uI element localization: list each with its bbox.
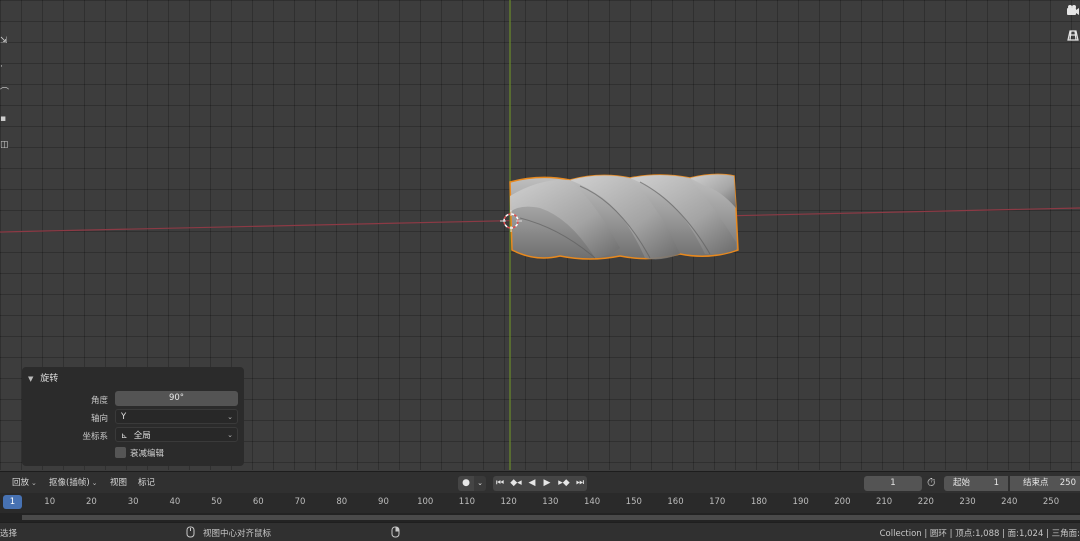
ruler-tick-label: 150	[625, 497, 642, 507]
ruler-tick-label: 10	[44, 497, 56, 507]
axis-select[interactable]: Y ⌄	[115, 409, 238, 424]
chevron-down-icon: ⌄	[31, 479, 37, 487]
proportional-edit-label: 衰减编辑	[130, 449, 165, 459]
ruler-tick-label: 220	[917, 497, 934, 507]
ruler-tick-label: 120	[500, 497, 517, 507]
stopwatch-icon[interactable]: ⏱	[927, 475, 936, 490]
toolbar-tool-icon[interactable]: ⌒	[0, 80, 10, 106]
ruler-tick-label: 170	[709, 497, 726, 507]
jump-start-button[interactable]: ⏮	[493, 476, 507, 491]
record-options-icon[interactable]: ⌄	[474, 476, 486, 491]
current-frame-field[interactable]: 1	[864, 476, 922, 491]
ruler-tick-label: 210	[875, 497, 893, 507]
ruler-tick-label: 200	[834, 497, 851, 507]
orient-select[interactable]: ⊾ 全局 ⌄	[115, 427, 238, 442]
ruler-tick-label: 110	[458, 497, 476, 507]
toolbar-tool-icon[interactable]: ◫	[0, 132, 10, 158]
timeline-track[interactable]	[0, 513, 1080, 522]
ruler-tick-label: 80	[336, 497, 348, 507]
status-mid-text: 视图中心对齐鼠标	[203, 529, 272, 539]
ruler-tick-label: 250	[1042, 497, 1060, 507]
rope-mesh-object[interactable]	[500, 168, 750, 268]
3d-viewport[interactable]: ⇲ · ⌒ ▪ ◫ ▼ 旋转 角度 90° 轴向 Y ⌄ 坐标系 ⊾ 全局 ⌄ …	[0, 0, 1080, 470]
ruler-tick-label: 50	[211, 497, 223, 507]
start-value: 1	[993, 478, 999, 488]
ruler-tick-label: 100	[417, 497, 434, 507]
chevron-down-icon: ⌄	[91, 479, 98, 487]
end-value: 250	[1059, 478, 1076, 488]
timeline-range-bar	[22, 515, 1080, 520]
ruler-tick-label: 20	[86, 497, 97, 507]
proportional-edit-row: 衰减编辑	[22, 445, 244, 461]
menu-view[interactable]: 视图	[110, 476, 127, 491]
angle-label: 角度	[90, 396, 108, 406]
left-toolbar: ⇲ · ⌒ ▪ ◫	[0, 28, 10, 158]
proportional-edit-checkbox[interactable]	[115, 447, 126, 458]
chevron-down-icon: ⌄	[227, 431, 233, 439]
end-frame-field[interactable]: 结束点 250	[1010, 476, 1080, 491]
angle-field[interactable]: 90°	[115, 391, 238, 406]
start-frame-field[interactable]: 起始 1	[944, 476, 1008, 491]
3d-cursor-icon[interactable]	[500, 210, 522, 232]
axis-row: 轴向 Y ⌄	[22, 409, 244, 426]
orient-label: 坐标系	[82, 432, 108, 442]
prev-keyframe-button[interactable]: ◆◂	[507, 476, 525, 491]
record-button[interactable]: ●	[458, 476, 474, 491]
ruler-tick-label: 160	[667, 497, 684, 507]
angle-row: 角度 90°	[22, 391, 244, 408]
ruler-tick-label: 40	[169, 497, 181, 507]
redo-operator-panel[interactable]: ▼ 旋转 角度 90° 轴向 Y ⌄ 坐标系 ⊾ 全局 ⌄ 衰减编辑	[22, 367, 244, 466]
ruler-tick-label: 130	[542, 497, 559, 507]
timeline-header: 回放 ⌄ 抠像(插帧) ⌄ 视图 标记 ● ⌄ ⏮ ◆◂ ◀ ▶ ▸◆ ⏭ 1 ⏱ …	[0, 471, 1080, 493]
axis-value: Y	[121, 412, 127, 422]
play-reverse-button[interactable]: ◀	[525, 476, 539, 491]
axis-label: 轴向	[90, 414, 108, 424]
ruler-tick-label: 90	[378, 497, 389, 507]
ruler-tick-label: 240	[1001, 497, 1018, 507]
menu-playback[interactable]: 回放 ⌄	[12, 476, 37, 491]
ruler-tick-label: 30	[127, 497, 139, 507]
play-button[interactable]: ▶	[539, 476, 555, 491]
mouse-icon	[391, 526, 400, 541]
toolbar-tool-icon[interactable]: ▪	[0, 106, 10, 132]
timeline-ruler[interactable]: 1 10 20 30 40 50 60 70 80 90 100 110 120 130 140 150 16…	[0, 493, 1080, 513]
chevron-down-icon: ⌄	[227, 413, 233, 421]
jump-end-button[interactable]: ⏭	[573, 476, 587, 491]
status-bar: 选择 视图中心对齐鼠标 Collection | 圆环 | 顶点:1,088 |…	[0, 522, 1080, 541]
ruler-tick-label: 180	[750, 497, 768, 507]
ruler-tick-label: 70	[294, 497, 306, 507]
orient-row: 坐标系 ⊾ 全局 ⌄	[22, 427, 244, 444]
menu-keying[interactable]: 抠像(插帧) ⌄	[49, 476, 98, 491]
toolbar-tool-icon[interactable]: ⇲	[0, 28, 10, 54]
orient-value: 全局	[133, 431, 151, 441]
menu-marker[interactable]: 标记	[138, 476, 155, 491]
mouse-icon	[186, 526, 195, 541]
collapse-triangle-icon[interactable]: ▼	[28, 375, 33, 383]
ruler-tick-label: 60	[252, 497, 264, 507]
status-left-text: 选择	[0, 529, 18, 539]
ruler-tick-label: 230	[959, 497, 976, 507]
orient-axes-icon: ⊾	[121, 431, 128, 440]
grid-icon[interactable]	[1066, 28, 1080, 44]
current-frame-indicator[interactable]: 1	[3, 495, 22, 509]
toolbar-tool-icon[interactable]: ·	[0, 54, 10, 80]
next-keyframe-button[interactable]: ▸◆	[555, 476, 573, 491]
end-label: 结束点	[1023, 478, 1049, 488]
redo-panel-title: 旋转	[40, 374, 59, 384]
ruler-tick-label: 190	[792, 497, 809, 507]
redo-panel-header[interactable]: ▼ 旋转	[22, 367, 244, 387]
camera-icon[interactable]	[1066, 4, 1080, 20]
ruler-tick-label: 140	[583, 497, 601, 507]
start-label: 起始	[953, 478, 971, 488]
status-right-text: Collection | 圆环 | 顶点:1,088 | 面:1,024 | 三…	[879, 529, 1080, 539]
